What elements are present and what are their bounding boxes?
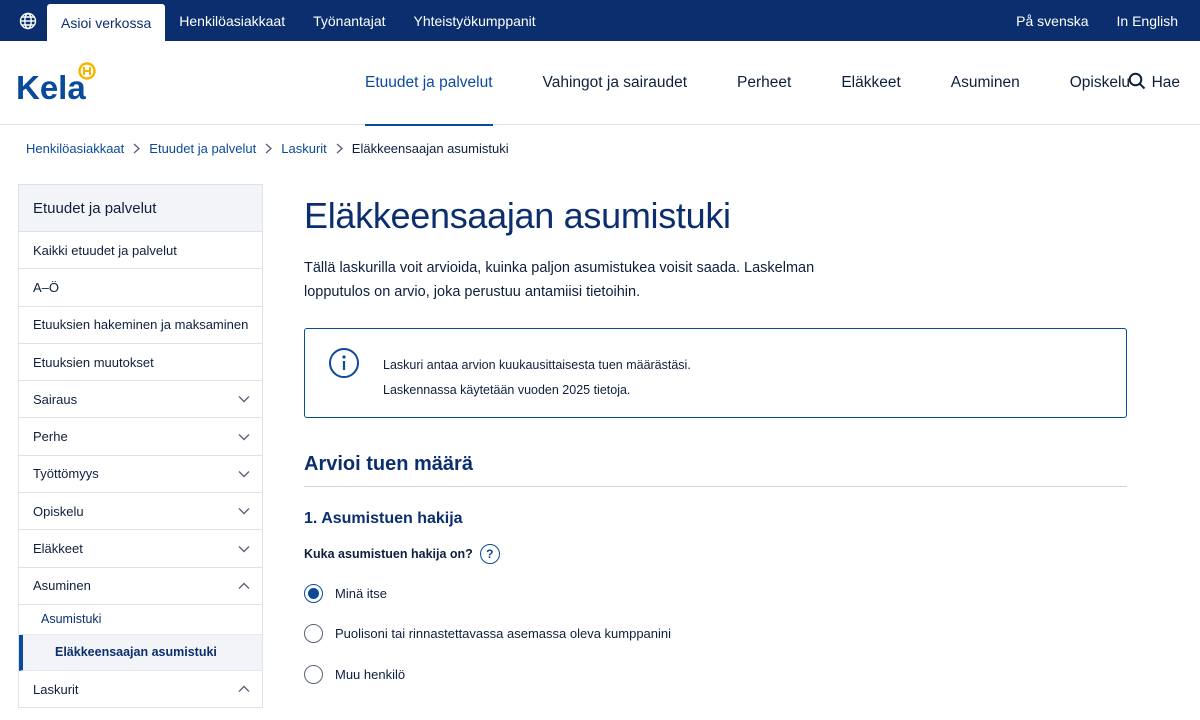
main-nav: Etuudet ja palvelut Vahingot ja sairaude…	[340, 41, 1155, 126]
top-spacer	[550, 0, 1002, 41]
info-text: Laskuri antaa arvion kuukausittaisesta t…	[383, 329, 691, 417]
main-content: Eläkkeensaajan asumistuki Tällä laskuril…	[304, 184, 1127, 695]
lang-swedish-link[interactable]: På svenska	[1002, 0, 1102, 41]
sidebar-item-label: Sairaus	[33, 391, 78, 407]
info-line: Laskennassa käytetään vuoden 2025 tietoj…	[383, 383, 631, 397]
sidebar-item-label: Perhe	[33, 429, 68, 445]
chevron-down-icon[interactable]	[238, 470, 250, 478]
nav-asuminen[interactable]: Asuminen	[926, 41, 1045, 125]
site-header: Kela Etuudet ja palvelut Vahingot ja sai…	[0, 41, 1200, 126]
radio-option-puoliso[interactable]: Puolisoni tai rinnastettavassa asemassa …	[304, 614, 1127, 655]
chevron-right-icon	[336, 143, 343, 154]
nav-etuudet-ja-palvelut[interactable]: Etuudet ja palvelut	[340, 41, 518, 126]
chevron-down-icon[interactable]	[238, 507, 250, 515]
nav-vahingot-ja-sairaudet[interactable]: Vahingot ja sairaudet	[518, 41, 712, 125]
sidebar-item-hakeminen[interactable]: Etuuksien hakeminen ja maksaminen	[19, 307, 262, 344]
chevron-down-icon[interactable]	[238, 545, 250, 553]
radio-label: Minä itse	[335, 585, 388, 601]
section-title: Arvioi tuen määrä	[304, 453, 1127, 487]
tab-henkiloasiakkaat[interactable]: Henkilöasiakkaat	[165, 0, 299, 41]
sidebar-item-a-o[interactable]: A–Ö	[19, 269, 262, 307]
breadcrumb-laskurit[interactable]: Laskurit	[281, 141, 327, 156]
nav-perheet[interactable]: Perheet	[712, 41, 816, 125]
nav-elakkeet[interactable]: Eläkkeet	[816, 41, 925, 125]
radio-button[interactable]	[304, 624, 323, 644]
sidebar-item-asuminen[interactable]: Asuminen	[19, 568, 262, 605]
sidebar-item-sairaus[interactable]: Sairaus	[19, 381, 262, 419]
search-label: Hae	[1151, 74, 1180, 91]
tab-asioi-verkossa[interactable]: Asioi verkossa	[47, 4, 166, 41]
sidebar-item-label: Eläkkeet	[33, 541, 83, 557]
tab-tyonantajat[interactable]: Työnantajat	[299, 0, 399, 41]
chevron-up-icon[interactable]	[238, 685, 250, 693]
radio-option-muu-henkilo[interactable]: Muu henkilö	[304, 654, 1127, 695]
sidebar-subitem-asumistuki[interactable]: Asumistuki	[19, 605, 262, 635]
radio-button[interactable]	[304, 664, 323, 684]
search-button[interactable]: Hae	[1128, 41, 1180, 125]
step-title: 1. Asumistuen hakija	[304, 510, 463, 527]
sidebar-item-kaikki[interactable]: Kaikki etuudet ja palvelut	[19, 232, 262, 270]
sidebar-item-tyottomyys[interactable]: Työttömyys	[19, 456, 262, 494]
radio-button[interactable]	[304, 583, 323, 603]
lang-english-link[interactable]: In English	[1103, 0, 1200, 41]
breadcrumb-etuudet[interactable]: Etuudet ja palvelut	[149, 141, 256, 156]
sidebar-item-perhe[interactable]: Perhe	[19, 418, 262, 456]
page-title: Eläkkeensaajan asumistuki	[304, 195, 731, 236]
chevron-up-icon[interactable]	[238, 582, 250, 590]
info-box: Laskuri antaa arvion kuukausittaisesta t…	[304, 328, 1127, 418]
globe-icon[interactable]	[9, 0, 47, 41]
chevron-down-icon[interactable]	[238, 395, 250, 403]
kela-logo[interactable]: Kela	[16, 59, 106, 106]
sidebar-item-laskurit[interactable]: Laskurit	[19, 671, 262, 709]
breadcrumb-current: Eläkkeensaajan asumistuki	[351, 141, 509, 156]
chevron-right-icon	[133, 143, 141, 154]
sidebar-item-elakkeet[interactable]: Eläkkeet	[19, 530, 262, 568]
radio-label: Puolisoni tai rinnastettavassa asemassa …	[335, 626, 672, 642]
breadcrumb-henkiloasiakkaat[interactable]: Henkilöasiakkaat	[26, 141, 124, 156]
sidebar-item-label: Opiskelu	[33, 503, 84, 519]
sidebar-item-label: A–Ö	[33, 279, 60, 295]
chevron-down-icon[interactable]	[238, 433, 250, 441]
tab-yhteistyokumppanit[interactable]: Yhteistyökumppanit	[400, 0, 550, 41]
question-text: Kuka asumistuen hakija on?	[304, 547, 473, 561]
top-bar: Asioi verkossa Henkilöasiakkaat Työnanta…	[0, 0, 1200, 41]
breadcrumb: Henkilöasiakkaat Etuudet ja palvelut Las…	[26, 141, 509, 156]
chevron-right-icon	[265, 143, 273, 154]
sidebar-item-label: Laskurit	[33, 681, 79, 697]
intro-text: Tällä laskurilla voit arvioida, kuinka p…	[304, 260, 815, 300]
sidebar-item-muutokset[interactable]: Etuuksien muutokset	[19, 344, 262, 382]
search-icon	[1128, 72, 1146, 95]
sidebar-item-label: Työttömyys	[33, 466, 99, 482]
radio-label: Muu henkilö	[335, 666, 406, 682]
sidebar-item-label: Asuminen	[33, 578, 91, 594]
radio-option-mina-itse[interactable]: Minä itse	[304, 573, 1127, 614]
svg-text:Kela: Kela	[16, 69, 86, 105]
sidebar-item-label: Etuuksien hakeminen ja maksaminen	[33, 317, 249, 333]
sidebar-heading[interactable]: Etuudet ja palvelut	[19, 185, 262, 232]
info-icon	[305, 329, 383, 417]
sidebar-item-label: Kaikki etuudet ja palvelut	[33, 242, 177, 258]
help-icon[interactable]: ?	[479, 544, 500, 564]
info-line: Laskuri antaa arvion kuukausittaisesta t…	[383, 358, 691, 372]
sidebar-item-opiskelu[interactable]: Opiskelu	[19, 493, 262, 531]
question-label: Kuka asumistuen hakija on? ?	[304, 544, 1127, 564]
sidebar-nav: Etuudet ja palvelut Kaikki etuudet ja pa…	[18, 184, 263, 709]
applicant-radio-group: Minä itse Puolisoni tai rinnastettavassa…	[304, 573, 1127, 695]
sidebar-subitem-elakkeensaajan-asumistuki[interactable]: Eläkkeensaajan asumistuki	[19, 634, 262, 671]
sidebar-item-label: Etuuksien muutokset	[33, 354, 154, 370]
